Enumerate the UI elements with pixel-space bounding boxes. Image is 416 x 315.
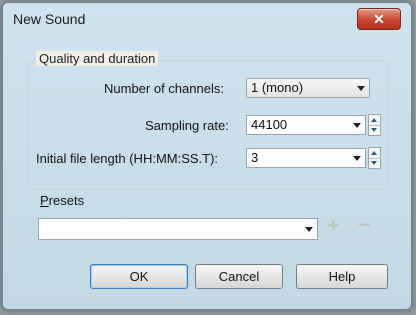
channels-value: 1 (mono) [251,80,304,95]
add-preset-icon[interactable]: + [327,213,340,239]
spin-down-icon [371,128,377,132]
quality-duration-legend: Quality and duration [36,51,159,66]
chevron-down-icon [357,86,365,91]
close-icon: ✕ [373,10,385,27]
file-length-label: Initial file length (HH:MM:SS.T): [36,151,219,166]
help-button[interactable]: Help [296,264,388,289]
cancel-button[interactable]: Cancel [195,264,283,289]
sampling-rate-value: 44100 [251,117,288,132]
spin-up-icon [371,118,377,122]
spin-up-icon [371,151,377,155]
presets-dropdown[interactable] [38,218,318,240]
ok-button[interactable]: OK [90,264,188,289]
remove-preset-icon[interactable]: − [358,212,371,238]
channels-dropdown[interactable]: 1 (mono) [246,78,370,98]
sampling-rate-combo[interactable]: 44100 [246,115,366,135]
sampling-rate-label: Sampling rate: [145,118,229,133]
chevron-down-icon [353,156,361,161]
chevron-down-icon [353,123,361,128]
channels-label: Number of channels: [104,81,224,96]
file-length-value: 3 [251,150,259,165]
file-length-combo[interactable]: 3 [246,148,366,168]
close-button[interactable]: ✕ [357,8,401,30]
chevron-down-icon [305,227,313,232]
presets-label: Presets [40,193,85,208]
spin-down-icon [371,161,377,165]
dialog-title: New Sound [13,11,86,27]
sampling-rate-spinner[interactable] [368,114,381,136]
file-length-spinner[interactable] [368,147,381,169]
